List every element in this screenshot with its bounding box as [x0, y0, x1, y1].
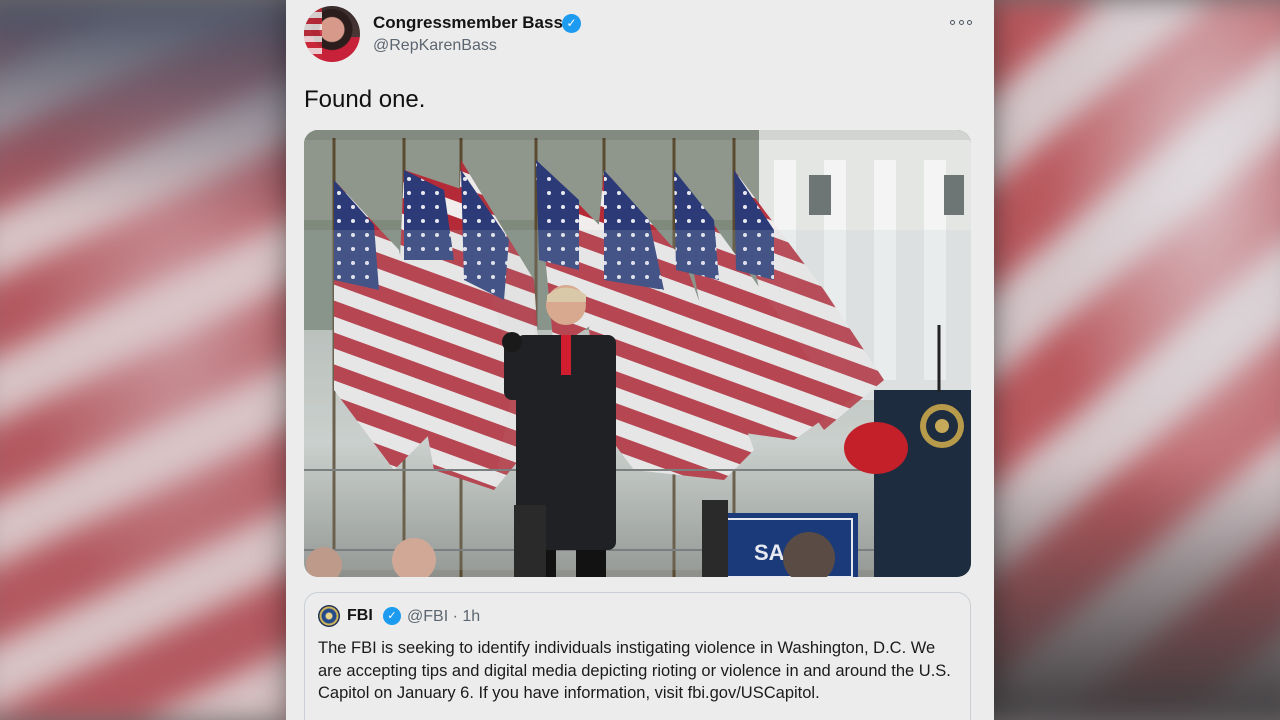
- more-options-icon[interactable]: [950, 15, 972, 29]
- author-name[interactable]: Congressmember Bass: [373, 13, 563, 33]
- avatar-flag-detail: [304, 6, 322, 62]
- more-dot: [958, 19, 964, 25]
- verified-badge-icon: ✓: [383, 607, 401, 625]
- tweet-text: Found one.: [304, 86, 426, 113]
- avatar[interactable]: [304, 6, 360, 62]
- quoted-author-handle[interactable]: @FBI: [407, 608, 448, 625]
- author-handle[interactable]: @RepKarenBass: [373, 37, 497, 55]
- quoted-timestamp[interactable]: 1h: [462, 608, 480, 625]
- blurred-background-right: [980, 0, 1280, 720]
- fbi-seal-avatar[interactable]: [318, 605, 340, 627]
- verified-badge-icon: ✓: [562, 14, 581, 33]
- quoted-tweet-text: The FBI is seeking to identify individua…: [318, 639, 951, 702]
- tweet-photo[interactable]: SA: [304, 130, 971, 577]
- blurred-background-left: [0, 0, 310, 720]
- svg-text:SA: SA: [754, 540, 785, 565]
- quoted-tweet[interactable]: FBI ✓ @FBI · 1h The FBI is seeking to id…: [304, 592, 971, 720]
- more-dot: [950, 19, 955, 25]
- meta-separator: ·: [452, 608, 458, 625]
- tweet-card: Congressmember Bass ✓ @RepKarenBass Foun…: [286, 0, 994, 720]
- quoted-meta: @FBI · 1h: [407, 608, 480, 626]
- more-dot: [967, 19, 972, 25]
- rally-photo-illustration: SA: [304, 130, 971, 577]
- quoted-author-name[interactable]: FBI: [347, 607, 373, 625]
